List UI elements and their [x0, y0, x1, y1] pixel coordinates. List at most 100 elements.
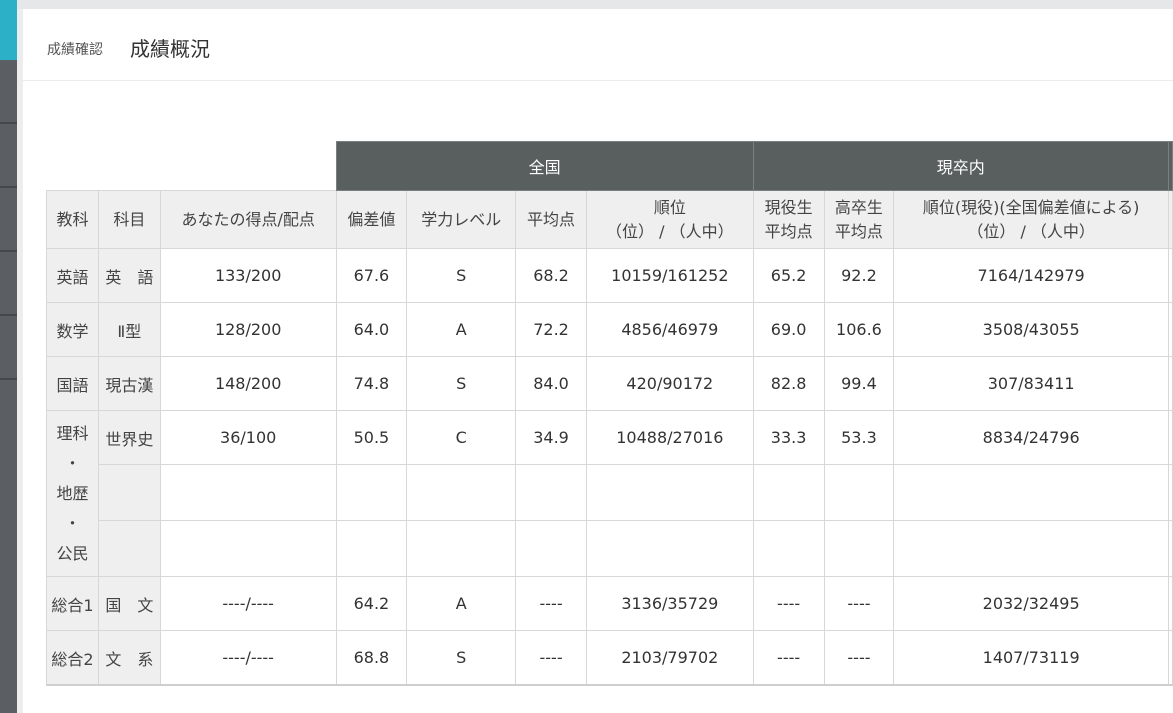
cell-level: S — [406, 356, 517, 411]
cell-rank: 10488/27016 — [585, 410, 754, 465]
cell-empty — [823, 520, 895, 577]
cell-rank: 4856/46979 — [585, 302, 754, 357]
cell-empty — [515, 464, 587, 521]
cell-score: 133/200 — [159, 248, 337, 303]
cell-kou-average: ---- — [823, 630, 895, 686]
cell-average: ---- — [515, 576, 587, 631]
col-header-gen-average-line1: 現役生 — [764, 197, 813, 217]
group-spacer — [47, 142, 337, 191]
group-header-in-school: 現卒内 — [752, 141, 1169, 191]
table-row: 数学 Ⅱ型 128/200 64.0 A 72.2 4856/46979 69.… — [46, 302, 1173, 357]
group-header-overflow — [1167, 141, 1173, 191]
cell-kyoka-line: 公民 — [56, 544, 89, 563]
table-row: 国語 現古漢 148/200 74.8 S 84.0 420/90172 82.… — [46, 356, 1173, 411]
cell-overflow — [1167, 576, 1173, 631]
cell-kamoku: 文 系 — [97, 630, 161, 686]
col-header-gen-rank: 順位(現役)(全国偏差値による) （位） / （人中） — [893, 190, 1169, 249]
breadcrumb: 成績確認 — [47, 42, 103, 58]
cell-gen-rank: 8834/24796 — [893, 410, 1169, 465]
cell-gen-rank: 307/83411 — [893, 356, 1169, 411]
cell-overflow — [1167, 356, 1173, 411]
cell-rank: 420/90172 — [585, 356, 754, 411]
cell-kou-average: 99.4 — [823, 356, 895, 411]
cell-kyoka: 国語 — [46, 356, 99, 411]
table-row-empty — [47, 520, 1173, 577]
sidebar — [0, 0, 17, 713]
cell-gen-rank: 2032/32495 — [893, 576, 1169, 631]
cell-gen-average: 69.0 — [752, 302, 825, 357]
cell-kou-average: 92.2 — [823, 248, 895, 303]
cell-kou-average: ---- — [823, 576, 895, 631]
cell-kyoka: 英語 — [46, 248, 99, 303]
col-header-kamoku: 科目 — [97, 190, 161, 249]
table-row: 英語 英 語 133/200 67.6 S 68.2 10159/161252 … — [46, 248, 1173, 303]
col-header-rank-line2: （位） / （人中） — [606, 221, 734, 241]
cell-rank: 10159/161252 — [585, 248, 754, 303]
group-header-national: 全国 — [335, 141, 754, 191]
cell-kyoka-line: 理科 — [56, 424, 89, 443]
sidebar-nav-item[interactable] — [0, 188, 17, 252]
cell-empty — [1167, 464, 1173, 521]
cell-hensachi: 50.5 — [335, 410, 408, 465]
cell-empty — [335, 520, 408, 577]
col-header-average: 平均点 — [515, 190, 587, 249]
col-header-gen-rank-line1: 順位(現役)(全国偏差値による) — [922, 197, 1140, 217]
cell-average: ---- — [515, 630, 587, 686]
table-row: 理科 ・ 地歴 ・ 公民 世界史 36/100 50.5 C 34.9 1048… — [46, 410, 1173, 577]
cell-empty — [159, 520, 337, 577]
cell-kyoka: 総合1 — [46, 576, 99, 631]
cell-level: S — [406, 630, 517, 686]
col-header-gen-average-line2: 平均点 — [764, 221, 813, 241]
cell-kou-average: 106.6 — [823, 302, 895, 357]
cell-gen-average: 65.2 — [752, 248, 825, 303]
col-header-kou-average: 高卒生 平均点 — [823, 190, 895, 249]
col-header-rank-line1: 順位 — [653, 197, 686, 217]
cell-kamoku: 世界史 — [97, 410, 161, 465]
col-header-hensachi: 偏差値 — [335, 190, 408, 249]
cell-hensachi: 68.8 — [335, 630, 408, 686]
cell-kamoku-empty — [97, 520, 161, 577]
cell-kamoku: Ⅱ型 — [97, 302, 161, 357]
table-row-empty — [47, 464, 1173, 521]
cell-hensachi: 64.0 — [335, 302, 408, 357]
cell-level: A — [406, 576, 517, 631]
cell-empty — [406, 464, 517, 521]
cell-gen-average: ---- — [752, 576, 825, 631]
col-header-score: あなたの得点/配点 — [159, 190, 337, 249]
cell-level: S — [406, 248, 517, 303]
cell-average: 68.2 — [515, 248, 587, 303]
cell-average: 72.2 — [515, 302, 587, 357]
col-header-gen-rank-line2: （位） / （人中） — [967, 221, 1095, 241]
cell-empty — [752, 464, 825, 521]
cell-kyoka-line: 地歴 — [56, 484, 89, 503]
col-header-level: 学力レベル — [406, 190, 517, 249]
cell-kyoka: 総合2 — [46, 630, 99, 686]
cell-gen-rank: 7164/142979 — [893, 248, 1169, 303]
cell-rank: 2103/79702 — [585, 630, 754, 686]
col-header-kou-average-line2: 平均点 — [834, 221, 883, 241]
cell-overflow — [1167, 302, 1173, 357]
cell-kyoka-line: ・ — [64, 514, 81, 533]
cell-average: 34.9 — [515, 410, 587, 465]
cell-kyoka-line: ・ — [64, 454, 81, 473]
cell-kyoka-group: 理科 ・ 地歴 ・ 公民 — [46, 410, 99, 577]
cell-hensachi: 67.6 — [335, 248, 408, 303]
sidebar-nav-item[interactable] — [0, 124, 17, 188]
table-row: 総合1 国 文 ----/---- 64.2 A ---- 3136/35729… — [46, 576, 1173, 631]
cell-empty — [585, 464, 754, 521]
cell-overflow — [1167, 248, 1173, 303]
col-header-overflow — [1167, 190, 1173, 249]
cell-kamoku: 英 語 — [97, 248, 161, 303]
cell-empty — [585, 520, 754, 577]
cell-gen-average: 33.3 — [752, 410, 825, 465]
sidebar-nav-item[interactable] — [0, 252, 17, 316]
content-gutter — [17, 9, 23, 713]
cell-empty — [893, 464, 1169, 521]
sidebar-active-indicator — [0, 0, 17, 60]
cell-empty — [406, 520, 517, 577]
cell-hensachi: 74.8 — [335, 356, 408, 411]
sidebar-nav-item[interactable] — [0, 316, 17, 380]
cell-overflow — [1167, 410, 1173, 465]
cell-overflow — [1167, 630, 1173, 686]
sidebar-nav-item[interactable] — [0, 60, 17, 124]
